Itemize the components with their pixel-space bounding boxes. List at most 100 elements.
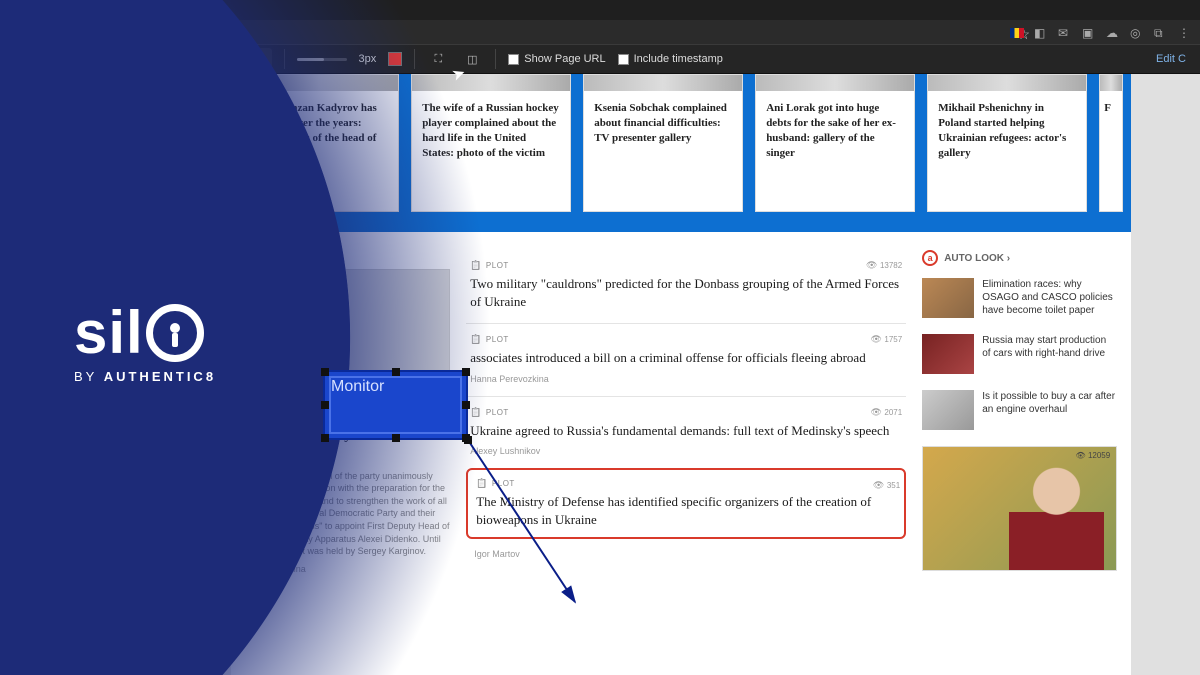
card-thumb bbox=[412, 75, 570, 91]
resize-handle[interactable] bbox=[321, 434, 329, 442]
articles-column: PLOT 13782 Two military "cauldrons" pred… bbox=[466, 250, 906, 574]
article-item[interactable]: PLOT 13782 Two military "cauldrons" pred… bbox=[466, 250, 906, 323]
resize-handle[interactable] bbox=[462, 368, 470, 376]
card-thumb bbox=[928, 75, 1086, 91]
color-swatch[interactable] bbox=[388, 52, 402, 66]
resize-handle[interactable] bbox=[392, 368, 400, 376]
top-cards-row: How Ramzan Kadyrov has changed over the … bbox=[231, 74, 1131, 232]
sidebar-thumb bbox=[922, 278, 974, 318]
stroke-slider[interactable] bbox=[297, 58, 347, 61]
viewport-margin-right bbox=[1131, 74, 1200, 675]
views-count: 12059 bbox=[1076, 451, 1111, 460]
tab-title: Silo Screenshot bbox=[72, 5, 142, 16]
article-item-highlighted[interactable]: PLOT 351 The Ministry of Defense has ide… bbox=[466, 468, 906, 539]
edit-button[interactable]: Edit C bbox=[1156, 53, 1190, 65]
resize-handle[interactable] bbox=[321, 401, 329, 409]
annotation-box[interactable]: Monitor bbox=[323, 370, 468, 440]
card-title: Ani Lorak got into huge debts for the sa… bbox=[756, 91, 914, 211]
extension-icon[interactable]: ⧉ bbox=[1154, 26, 1168, 40]
views-count: 13782 bbox=[866, 260, 902, 271]
close-icon[interactable]: × bbox=[148, 5, 154, 16]
autolook-icon: a bbox=[922, 250, 938, 266]
extension-icon[interactable]: ▣ bbox=[1082, 26, 1096, 40]
card-title: How Ramzan Kadyrov has changed over the … bbox=[240, 91, 398, 211]
card-thumb bbox=[1100, 75, 1122, 91]
card-title: Mikhail Pshenichny in Poland started hel… bbox=[928, 91, 1086, 211]
reset-button[interactable]: Reset bbox=[78, 48, 112, 70]
story-card[interactable]: Ksenia Sobchak complained about financia… bbox=[583, 74, 743, 212]
story-card[interactable]: How Ramzan Kadyrov has changed over the … bbox=[239, 74, 399, 212]
divider bbox=[495, 49, 496, 69]
annotation-label: Monitor bbox=[331, 378, 384, 396]
article-item[interactable]: PLOT 2071 Ukraine agreed to Russia's fun… bbox=[466, 396, 906, 468]
browser-tab[interactable]: Silo Screenshot × bbox=[62, 3, 164, 18]
resize-handle[interactable] bbox=[462, 434, 470, 442]
redo-button[interactable]: ↷ bbox=[44, 48, 66, 70]
sidebar-feature[interactable]: 12059 bbox=[922, 446, 1117, 571]
checkbox-icon bbox=[508, 54, 519, 65]
article-tag: PLOT bbox=[470, 407, 902, 418]
divider bbox=[414, 49, 415, 69]
crop-icon[interactable]: ◫ bbox=[461, 48, 483, 70]
stroke-size-label: 3px bbox=[359, 53, 377, 65]
lead-author: Maria Sorokina bbox=[245, 564, 450, 574]
extension-icon[interactable]: ☁ bbox=[1106, 26, 1120, 40]
show-url-checkbox[interactable]: Show Page URL bbox=[508, 53, 605, 65]
tab-title: (tab) bbox=[16, 5, 37, 16]
show-url-label: Show Page URL bbox=[524, 53, 605, 65]
resize-handle[interactable] bbox=[392, 434, 400, 442]
article-author: Igor Martov bbox=[466, 545, 906, 563]
story-card[interactable]: F bbox=[1099, 74, 1123, 212]
views-count: 351 bbox=[873, 480, 900, 491]
sidebar-thumb bbox=[922, 334, 974, 374]
sidebar-item[interactable]: Is it possible to buy a car after an eng… bbox=[922, 390, 1117, 430]
sidebar-item[interactable]: Elimination races: why OSAGO and CASCO p… bbox=[922, 278, 1117, 318]
views-count: 1757 bbox=[870, 334, 902, 345]
browser-tab[interactable]: (tab) × bbox=[6, 3, 58, 18]
undo-button[interactable]: ↶ bbox=[10, 48, 32, 70]
extension-icon[interactable]: ◧ bbox=[1034, 26, 1048, 40]
fit-icon[interactable]: ⛶ bbox=[427, 48, 449, 70]
include-timestamp-label: Include timestamp bbox=[634, 53, 723, 65]
article-item[interactable]: PLOT 1757 associates introduced a bill o… bbox=[466, 323, 906, 395]
story-card[interactable]: The wife of a Russian hockey player comp… bbox=[411, 74, 571, 212]
silo-logo: sil BY AUTHENTIC8 bbox=[74, 298, 216, 384]
article-tag: PLOT bbox=[470, 260, 902, 271]
section-label[interactable]: POLITICS › bbox=[245, 250, 450, 261]
include-timestamp-checkbox[interactable]: Include timestamp bbox=[618, 53, 723, 65]
tool-selector[interactable]: ⬚Draw a note and arrow ▾ bbox=[137, 48, 271, 70]
new-tab-button[interactable]: + bbox=[168, 0, 188, 20]
sidebar-heading-label: AUTO LOOK › bbox=[944, 253, 1010, 264]
sidebar-heading[interactable]: a AUTO LOOK › bbox=[922, 250, 1117, 266]
sidebar-item-text: Russia may start production of cars with… bbox=[982, 334, 1117, 374]
card-thumb bbox=[756, 75, 914, 91]
resize-handle[interactable] bbox=[321, 368, 329, 376]
logo-main: sil bbox=[74, 298, 216, 367]
article-headline: The Ministry of Defense has identified s… bbox=[476, 493, 896, 529]
lock-icon bbox=[146, 304, 204, 362]
card-thumb bbox=[240, 75, 398, 91]
extension-icon[interactable]: ◎ bbox=[1130, 26, 1144, 40]
tool-label: Draw a note and arrow ▾ bbox=[157, 54, 266, 65]
sidebar-item[interactable]: Russia may start production of cars with… bbox=[922, 334, 1117, 374]
chrome-extension-icons: ◧ ✉ ▣ ☁ ◎ ⧉ ⋮ bbox=[1010, 26, 1192, 40]
sidebar-item-text: Is it possible to buy a car after an eng… bbox=[982, 390, 1117, 430]
story-card[interactable]: Mikhail Pshenichny in Poland started hel… bbox=[927, 74, 1087, 212]
article-tag: PLOT bbox=[470, 334, 902, 345]
extension-icon[interactable]: ✉ bbox=[1058, 26, 1072, 40]
card-title: F bbox=[1100, 91, 1122, 211]
divider bbox=[124, 49, 125, 69]
annotation-toolbar: ↶ ↷ Reset ⬚Draw a note and arrow ▾ 3px ⛶… bbox=[0, 44, 1200, 74]
flag-icon[interactable] bbox=[1010, 28, 1024, 38]
story-card[interactable]: Ani Lorak got into huge debts for the sa… bbox=[755, 74, 915, 212]
article-tag: PLOT bbox=[476, 478, 896, 489]
article-headline: Ukraine agreed to Russia's fundamental d… bbox=[470, 422, 902, 440]
article-headline: Two military "cauldrons" predicted for t… bbox=[470, 275, 902, 311]
menu-icon[interactable]: ⋮ bbox=[1178, 26, 1192, 40]
logo-sub: BY AUTHENTIC8 bbox=[74, 369, 216, 384]
close-icon[interactable]: × bbox=[43, 5, 49, 16]
resize-handle[interactable] bbox=[462, 401, 470, 409]
card-title: The wife of a Russian hockey player comp… bbox=[412, 91, 570, 211]
article-author: Alexey Lushnikov bbox=[470, 446, 902, 456]
sidebar-thumb bbox=[922, 390, 974, 430]
